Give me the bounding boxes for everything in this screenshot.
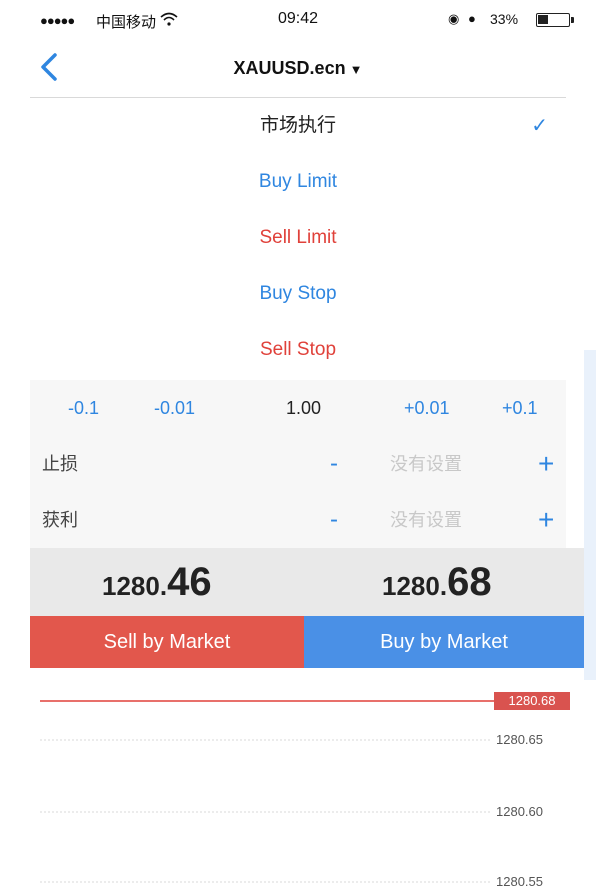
volume-minus-0.1-button[interactable]: -0.1 [68, 380, 99, 436]
battery-icon [536, 13, 574, 27]
bid-price-suffix: 46 [167, 560, 212, 604]
checkmark-icon: ✓ [531, 115, 548, 137]
current-price-label: 1280.68 [494, 692, 570, 710]
price-panel: 1280.46 1280.68 [30, 548, 584, 616]
take-profit-plus-button[interactable]: + [538, 492, 554, 548]
y-tick-label: 1280.65 [496, 732, 543, 747]
order-actions: Sell by Market Buy by Market [30, 616, 584, 668]
order-type-market-execution[interactable]: 市场执行 ✓ [30, 98, 566, 154]
volume-stepper: -0.1 -0.01 1.00 +0.01 +0.1 [30, 380, 566, 436]
stop-loss-minus-button[interactable]: - [330, 436, 338, 492]
edge-decoration [584, 350, 596, 680]
stop-loss-row: 止损 - 没有设置 + [30, 436, 566, 492]
symbol-selector[interactable]: XAUUSD.ecn ▼ [30, 58, 566, 79]
order-type-list: 市场执行 ✓ Buy Limit Sell Limit Buy Stop Sel… [30, 98, 566, 378]
y-tick-label: 1280.55 [496, 874, 543, 889]
order-type-sell-stop[interactable]: Sell Stop [30, 322, 566, 378]
dropdown-caret-icon: ▼ [349, 62, 363, 77]
volume-plus-0.1-button[interactable]: +0.1 [502, 380, 538, 436]
order-type-label: Buy Stop [259, 283, 337, 304]
bid-price-prefix: 1280. [102, 571, 168, 601]
order-type-buy-stop[interactable]: Buy Stop [30, 266, 566, 322]
bid-price: 1280.46 [102, 560, 212, 605]
stop-loss-label: 止损 [42, 454, 78, 474]
take-profit-input[interactable]: 没有设置 [390, 492, 462, 548]
battery-percent: 33% [490, 11, 519, 27]
nav-bar: XAUUSD.ecn ▼ [30, 40, 566, 98]
take-profit-row: 获利 - 没有设置 + [30, 492, 566, 548]
order-type-buy-limit[interactable]: Buy Limit [30, 154, 566, 210]
location-icon: ◉ [448, 11, 460, 26]
order-type-sell-limit[interactable]: Sell Limit [30, 210, 566, 266]
y-tick-label: 1280.60 [496, 804, 543, 819]
price-chart: 1280.68 1280.65 1280.60 1280.55 [30, 668, 584, 892]
take-profit-label: 获利 [42, 510, 78, 530]
volume-plus-0.01-button[interactable]: +0.01 [404, 380, 450, 436]
sell-by-market-button[interactable]: Sell by Market [30, 616, 304, 668]
order-type-label: Buy Limit [258, 171, 338, 192]
symbol-title: XAUUSD.ecn [233, 58, 346, 78]
buy-by-market-button[interactable]: Buy by Market [304, 616, 584, 668]
ask-price: 1280.68 [382, 560, 492, 605]
order-type-label: Sell Limit [259, 227, 337, 248]
status-bar: ●●●●● 中国移动 09:42 ◉ ● 33% [0, 0, 596, 40]
order-type-label: Sell Stop [259, 339, 337, 360]
alarm-icon: ● [468, 11, 476, 26]
volume-value[interactable]: 1.00 [286, 380, 321, 436]
take-profit-minus-button[interactable]: - [330, 492, 338, 548]
stop-loss-input[interactable]: 没有设置 [390, 436, 462, 492]
ask-price-prefix: 1280. [382, 571, 448, 601]
ask-price-suffix: 68 [447, 560, 492, 604]
stop-loss-plus-button[interactable]: + [538, 436, 554, 492]
order-type-label: 市场执行 [259, 115, 336, 136]
volume-minus-0.01-button[interactable]: -0.01 [154, 380, 195, 436]
